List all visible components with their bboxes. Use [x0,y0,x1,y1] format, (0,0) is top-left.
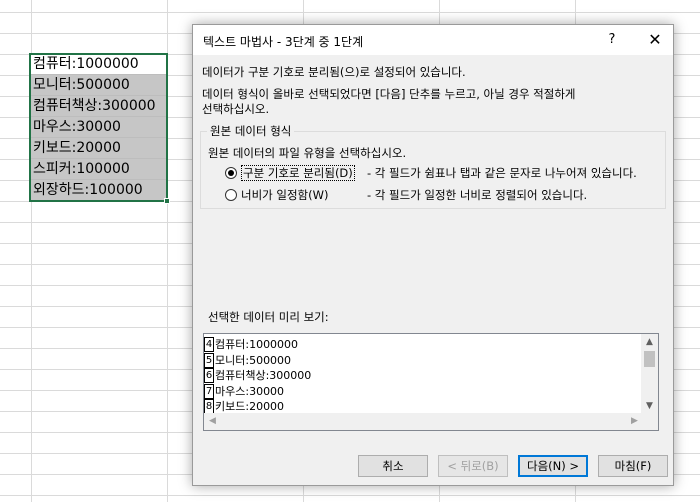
row-number: 5 [204,352,214,368]
preview-row: 4 컴퓨터:1000000 [204,337,311,353]
radio-description: - 각 필드가 쉼표나 탭과 같은 문자로 나누어져 있습니다. [367,166,637,180]
fill-handle[interactable] [164,198,170,204]
cell[interactable]: 외장하드:100000 [30,180,167,201]
radio-delimited[interactable]: 구분 기호로 분리됨(D) [225,165,355,181]
preview-rows: 4 컴퓨터:1000000 5 모니터:500000 6 컴퓨터책상:300000 7… [204,337,311,415]
preview-row: 6 컴퓨터책상:300000 [204,368,311,384]
text-wizard-dialog: 텍스트 마법사 - 3단계 중 1단계 ? ✕ 데이터가 구분 기호로 분리됨(… [192,24,674,486]
scroll-thumb[interactable] [644,351,655,367]
row-text: 모니터:500000 [215,353,292,367]
row-number: 6 [204,368,214,383]
cell-column: 컴퓨터:1000000 모니터:500000 컴퓨터책상:300000 마우스:… [30,54,167,201]
chevron-down-icon[interactable]: ▼ [641,398,658,414]
row-text: 마우스:30000 [215,384,285,398]
group-title: 원본 데이터 형식 [207,123,295,139]
row-text: 컴퓨터:1000000 [215,338,299,351]
preview-row: 7 마우스:30000 [204,383,311,400]
help-button[interactable]: ? [601,29,623,51]
cancel-button[interactable]: 취소 [358,455,428,477]
finish-button[interactable]: 마침(F) [598,455,668,477]
radio-button[interactable] [225,189,237,201]
radio-button-checked[interactable] [225,167,237,179]
cell[interactable]: 컴퓨터:1000000 [30,54,167,75]
cell[interactable]: 키보드:20000 [30,138,167,159]
info-text: 데이터가 구분 기호로 분리됨(으)로 설정되어 있습니다. [202,65,466,79]
preview-row: 5 모니터:500000 [204,352,311,369]
row-number: 8 [204,399,214,414]
radio-description: - 각 필드가 일정한 너비로 정렬되어 있습니다. [367,188,588,202]
instruction-text: 데이터 형식이 올바로 선택되었다면 [다음] 단추를 누르고, 아닐 경우 적… [202,87,576,101]
close-icon[interactable]: ✕ [641,27,669,53]
row-number: 7 [204,383,214,399]
cell[interactable]: 모니터:500000 [30,75,167,96]
radio-fixed-width[interactable]: 너비가 일정함(W) [225,187,328,203]
group-prompt: 원본 데이터의 파일 유형을 선택하십시오. [208,146,407,160]
cell[interactable]: 스피커:100000 [30,159,167,180]
preview-label: 선택한 데이터 미리 보기: [208,310,329,324]
vertical-scrollbar[interactable]: ▲ ▼ [641,334,658,414]
radio-label: 구분 기호로 분리됨(D) [241,165,355,181]
radio-label: 너비가 일정함(W) [241,188,329,202]
cell[interactable]: 컴퓨터책상:300000 [30,96,167,117]
row-number: 4 [204,337,214,352]
scrollbar-corner [641,413,658,430]
row-text: 컴퓨터책상:300000 [215,369,312,382]
instruction-text-cont: 선택하십시오. [202,102,270,116]
horizontal-scrollbar[interactable]: ◀ ▶ [204,413,643,430]
data-preview-box[interactable]: 4 컴퓨터:1000000 5 모니터:500000 6 컴퓨터책상:300000 7… [203,333,659,431]
dialog-titlebar[interactable]: 텍스트 마법사 - 3단계 중 1단계 ? ✕ [193,25,673,55]
chevron-left-icon[interactable]: ◀ [204,413,221,430]
next-button[interactable]: 다음(N) > [518,455,588,477]
row-text: 키보드:20000 [215,400,285,413]
cell[interactable]: 마우스:30000 [30,117,167,138]
chevron-up-icon[interactable]: ▲ [641,334,658,350]
back-button[interactable]: < 뒤로(B) [438,455,508,477]
dialog-title: 텍스트 마법사 - 3단계 중 1단계 [203,35,364,49]
